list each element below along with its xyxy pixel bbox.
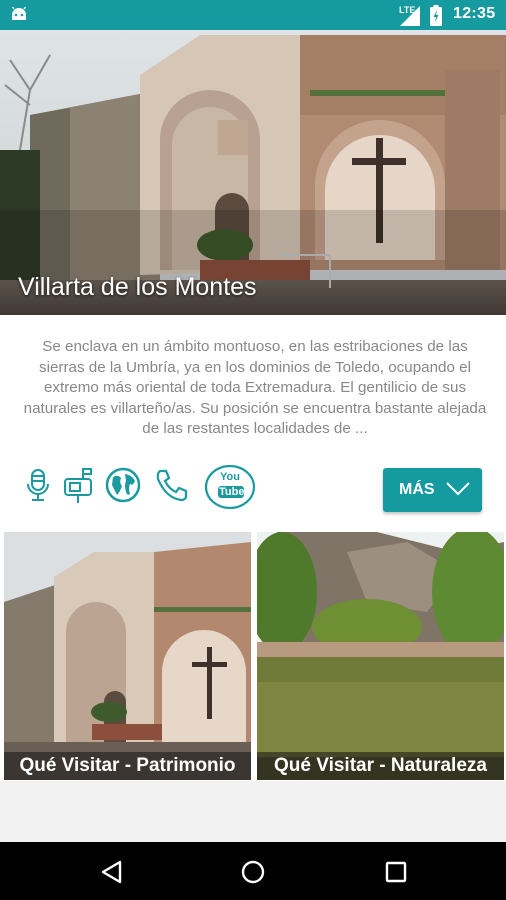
clock: 12:35 (453, 5, 496, 22)
tile-photo-nature (257, 532, 504, 780)
hero-title: Villarta de los Montes (18, 273, 257, 301)
microphone-icon[interactable] (18, 465, 58, 505)
home-icon[interactable] (240, 859, 266, 885)
actions-row: You Tube MÁS (0, 445, 506, 525)
description-text: Se enclava en un ámbito montuoso, en las… (23, 338, 487, 437)
signal-icon (400, 6, 420, 26)
chevron-down-icon (446, 482, 470, 496)
description-section: Se enclava en un ámbito montuoso, en las… (0, 315, 506, 445)
more-button-label: MÁS (399, 481, 435, 498)
youtube-icon[interactable]: You Tube (204, 465, 256, 509)
tile-naturaleza[interactable]: Qué Visitar - Naturaleza (257, 532, 504, 780)
battery-icon (430, 5, 442, 26)
hero-image: Villarta de los Montes (0, 30, 506, 315)
tile-photo-church (4, 532, 251, 780)
recents-icon[interactable] (383, 859, 409, 885)
navigation-bar (0, 842, 506, 900)
youtube-logo-bottom: Tube (219, 486, 245, 498)
phone-icon[interactable] (152, 465, 192, 505)
tile-label: Qué Visitar - Naturaleza (257, 752, 504, 780)
android-icon (11, 6, 27, 20)
tile-label: Qué Visitar - Patrimonio (4, 752, 251, 780)
back-icon[interactable] (99, 859, 125, 885)
mailbox-icon[interactable] (58, 465, 98, 505)
status-bar: LTE 12:35 (0, 0, 506, 30)
tile-patrimonio[interactable]: Qué Visitar - Patrimonio (4, 532, 251, 780)
more-button[interactable]: MÁS (383, 468, 482, 512)
globe-icon[interactable] (103, 465, 143, 505)
tiles-grid: Qué Visitar - Patrimonio Qué Visitar - N… (0, 525, 506, 781)
youtube-logo-top: You (220, 471, 240, 483)
